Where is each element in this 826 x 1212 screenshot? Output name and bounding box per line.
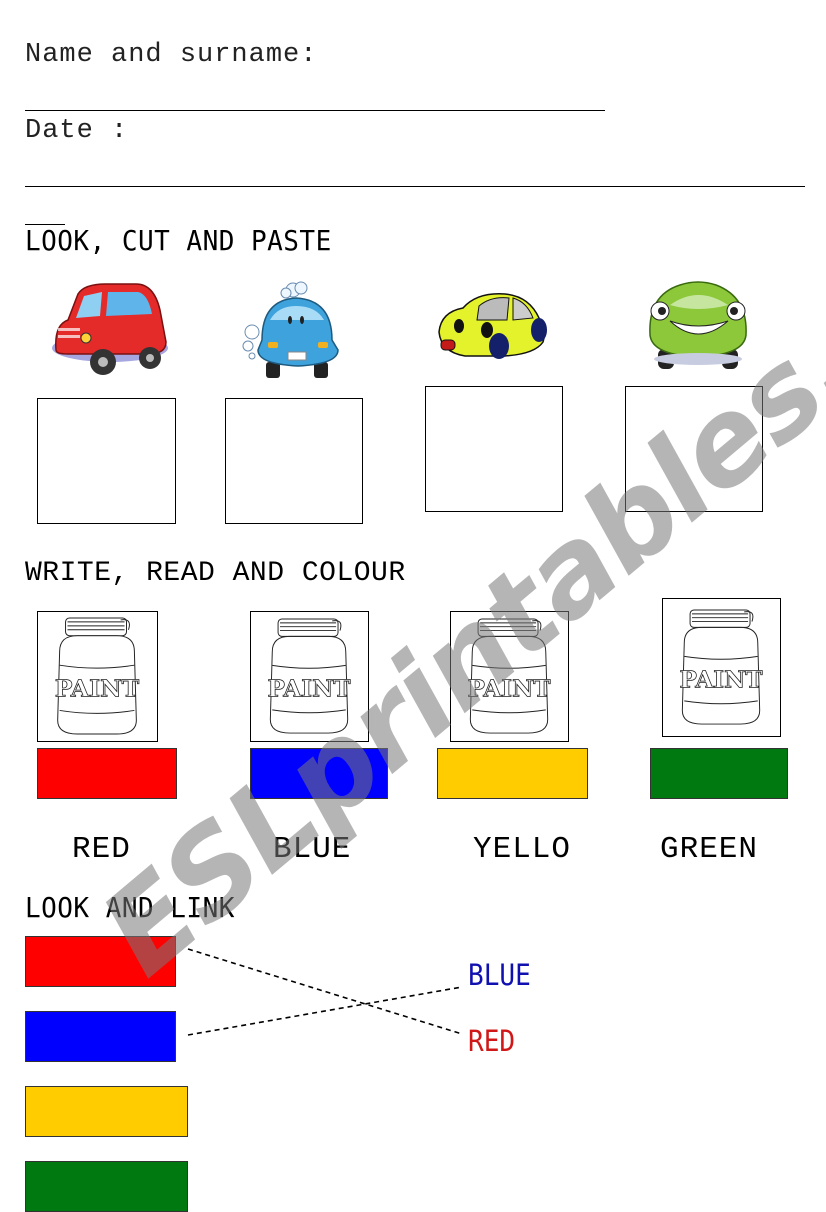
name-label: Name and surname: [25,40,318,70]
date-label: Date : [25,116,129,146]
colour-word-green: GREEN [660,832,759,867]
jar-label: PAINT [679,666,763,693]
link-line-blue [187,986,463,1036]
section-title-cut-paste: LOOK, CUT AND PASTE [25,224,332,257]
link-word-red: RED [468,1024,516,1058]
colour-swatch-yellow [437,748,588,799]
blue-car-icon [238,280,348,380]
jar-label: PAINT [55,675,140,703]
colour-swatch-green [650,748,788,799]
link-swatch-red[interactable] [25,936,176,987]
paint-jar-icon: PAINT [450,611,569,742]
colour-swatch-red [37,748,177,799]
date-input-line[interactable] [25,186,805,187]
colour-word-red: RED [72,832,131,867]
red-car-icon [48,280,173,380]
name-input-line[interactable] [25,110,605,111]
link-swatch-blue[interactable] [25,1011,176,1062]
colour-swatch-blue [250,748,388,799]
colour-word-blue: BLUE [273,832,352,867]
paint-jar-icon: PAINT [662,598,781,737]
link-line-red [187,948,463,1035]
jar-label: PAINT [267,675,351,702]
paint-jar-icon: PAINT [250,611,369,742]
yellow-car-icon [435,290,550,360]
paint-jar-icon: PAINT [37,611,158,742]
paste-box-1[interactable] [37,398,176,524]
green-car-icon [640,275,755,375]
section-title-link: LOOK AND LINK [25,891,235,924]
paste-box-4[interactable] [625,386,763,512]
paste-box-3[interactable] [425,386,563,512]
paste-box-2[interactable] [225,398,363,524]
link-word-blue: BLUE [468,958,531,992]
section-title-colour: WRITE, READ AND COLOUR [25,558,406,589]
link-swatch-yellow[interactable] [25,1086,188,1137]
colour-word-yellow: YELLO [473,832,572,867]
jar-label: PAINT [467,675,551,702]
